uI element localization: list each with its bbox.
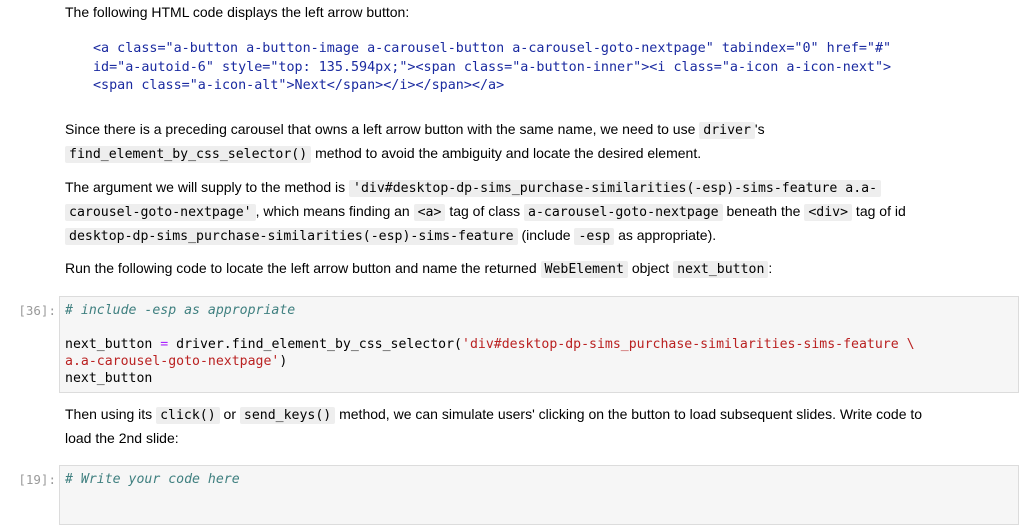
text: object	[627, 260, 674, 276]
code-token: driver.find_element_by_css_selector(	[176, 337, 462, 352]
html-code-snippet: <a class="a-button a-button-image a-caro…	[93, 40, 891, 96]
inline-code: WebElement	[540, 261, 628, 278]
text: Then using its	[65, 406, 157, 422]
code-comment: # Write your code here	[65, 472, 240, 487]
code-token: =	[152, 337, 177, 352]
text: , which means finding an	[255, 203, 414, 219]
html-line-1: <a class="a-button a-button-image a-caro…	[93, 41, 892, 56]
inline-code: <div>	[804, 204, 853, 221]
text: (include	[517, 227, 575, 243]
html-line-2: id="a-autoid-6" style="top: 135.594px;">…	[93, 59, 892, 75]
text: Run the following code to locate the lef…	[65, 260, 541, 276]
inline-code: click()	[156, 407, 220, 424]
inline-code: driver	[699, 122, 755, 139]
code-string: 'div#desktop-dp-sims_purchase-similariti…	[462, 337, 915, 352]
text: load the 2nd slide:	[65, 430, 179, 446]
inline-code: carousel-goto-nextpage'	[65, 204, 256, 221]
inline-code: desktop-dp-sims_purchase-similarities(-e…	[65, 228, 518, 245]
text: tag of id	[852, 203, 906, 219]
code-token: next_button	[65, 337, 153, 352]
paragraph-click: Then using its click() or send_keys() me…	[65, 403, 985, 449]
inline-code: -esp	[574, 228, 615, 245]
text: :	[768, 260, 773, 276]
paragraph-argument: The argument we will supply to the metho…	[65, 176, 985, 248]
text: 's	[754, 121, 765, 137]
inline-code: find_element_by_css_selector()	[65, 146, 312, 163]
text: The argument we will supply to the metho…	[65, 179, 350, 195]
cell-prompt: [36]:	[18, 303, 56, 318]
text: beneath the	[722, 203, 805, 219]
inline-code: <a>	[413, 204, 446, 221]
inline-code: 'div#desktop-dp-sims_purchase-similariti…	[349, 180, 882, 197]
text: as appropriate).	[614, 227, 717, 243]
code-comment: # include -esp as appropriate	[65, 303, 296, 318]
text: or	[219, 406, 240, 422]
paragraph-run: Run the following code to locate the lef…	[65, 257, 985, 281]
code-string: a.a-carousel-goto-nextpage'	[65, 354, 280, 369]
text: method, we can simulate users' clicking …	[335, 406, 923, 422]
text: method to avoid the ambiguity and locate…	[311, 145, 702, 161]
html-line-3: <span class="a-icon-alt">Next</span></i>…	[93, 78, 505, 93]
code-cell-19-content[interactable]: # Write your code here	[65, 471, 240, 488]
inline-code: a-carousel-goto-nextpage	[524, 204, 723, 221]
text: Since there is a preceding carousel that…	[65, 121, 700, 137]
cell-prompt: [19]:	[18, 472, 56, 487]
code-cell-36-content[interactable]: # include -esp as appropriate next_butto…	[65, 302, 915, 387]
code-token: next_button	[65, 371, 153, 386]
text: tag of class	[445, 203, 525, 219]
code-token: )	[279, 354, 288, 369]
intro-text: The following HTML code displays the lef…	[65, 4, 410, 20]
paragraph-driver: Since there is a preceding carousel that…	[65, 118, 985, 166]
inline-code: next_button	[673, 261, 769, 278]
inline-code: send_keys()	[239, 407, 336, 424]
